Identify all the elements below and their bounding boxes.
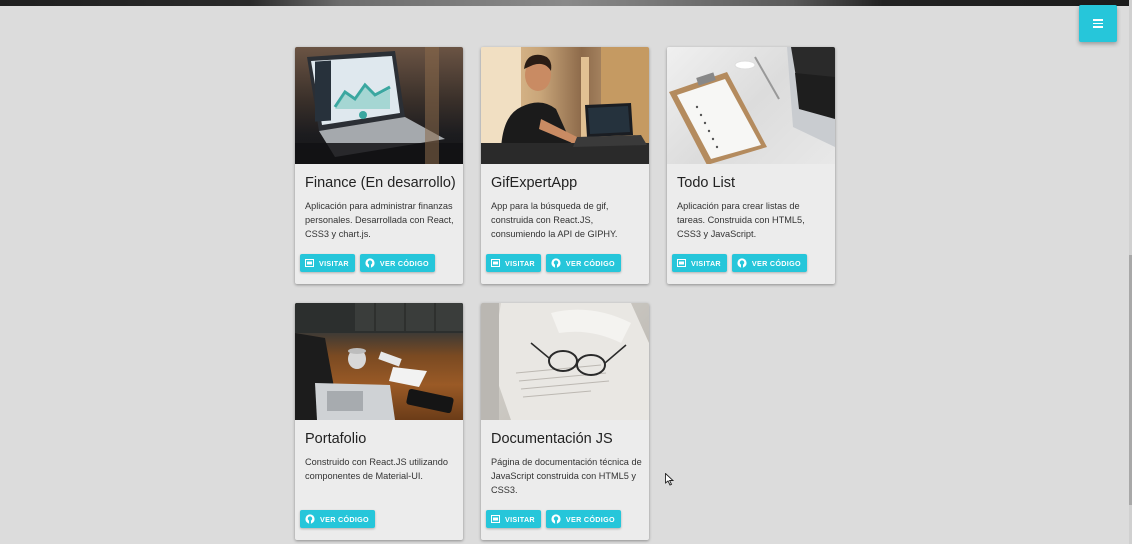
project-title: Portafolio <box>305 431 367 447</box>
project-card-finance: Finance (En desarrollo) Aplicación para … <box>295 47 463 284</box>
mouse-cursor-icon <box>665 472 675 491</box>
view-code-button[interactable]: VER CÓDIGO <box>359 254 435 272</box>
github-icon <box>551 258 561 268</box>
project-description: Construido con React.JS utilizando compo… <box>305 457 448 481</box>
github-icon <box>737 258 747 268</box>
web-icon <box>305 259 314 267</box>
visit-button[interactable]: VISITAR <box>300 254 355 272</box>
web-icon <box>491 259 500 267</box>
view-code-button[interactable]: VER CÓDIGO <box>545 254 621 272</box>
project-card-todo-list: Todo List Aplicación para crear listas d… <box>667 47 835 284</box>
project-title: Todo List <box>677 175 736 191</box>
view-code-button[interactable]: VER CÓDIGO <box>545 510 621 528</box>
web-icon <box>677 259 686 267</box>
view-code-button[interactable]: VER CÓDIGO <box>300 510 375 528</box>
menu-button[interactable] <box>1079 5 1117 42</box>
project-title: Documentación JS <box>491 431 613 447</box>
project-card-documentacion-js: Documentación JS Página de documentación… <box>481 303 649 540</box>
project-image-documentacion-js <box>481 303 649 420</box>
project-image-todo-list <box>667 47 835 164</box>
visit-button[interactable]: VISITAR <box>486 510 541 528</box>
project-description: Aplicación para crear listas de tareas. … <box>677 201 805 239</box>
project-title: Finance (En desarrollo) <box>305 175 456 191</box>
project-title: GifExpertApp <box>491 175 578 191</box>
view-code-button[interactable]: VER CÓDIGO <box>731 254 807 272</box>
project-description: Página de documentación técnica de JavaS… <box>491 457 642 495</box>
project-description: App para la búsqueda de gif, construida … <box>491 201 618 239</box>
github-icon <box>551 514 561 524</box>
project-description: Aplicación para administrar finanzas per… <box>305 201 454 239</box>
project-image-portafolio <box>295 303 463 420</box>
github-icon <box>305 514 315 524</box>
project-image-finance <box>295 47 463 164</box>
visit-button[interactable]: VISITAR <box>672 254 727 272</box>
project-image-gifexpertapp <box>481 47 649 164</box>
project-card-portafolio: Portafolio Construido con React.JS utili… <box>295 303 463 540</box>
header-image-strip <box>0 0 1132 6</box>
project-card-gifexpertapp: GifExpertApp App para la búsqueda de gif… <box>481 47 649 284</box>
menu-icon <box>1093 17 1103 30</box>
github-icon <box>365 258 375 268</box>
visit-button[interactable]: VISITAR <box>486 254 541 272</box>
web-icon <box>491 515 500 523</box>
